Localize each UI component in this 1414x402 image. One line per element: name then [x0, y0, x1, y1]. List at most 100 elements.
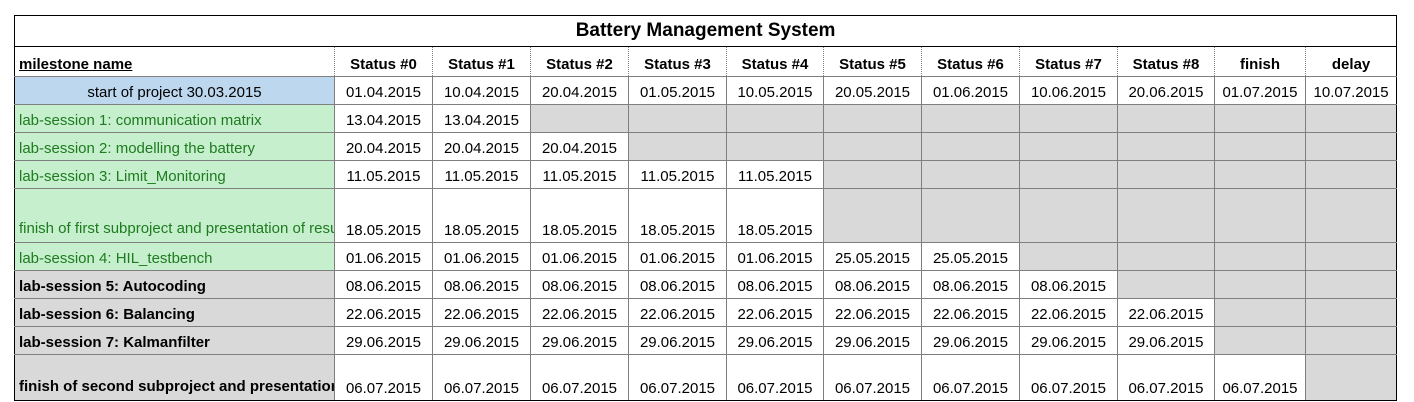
- start-date-cell: 01.04.2015: [334, 76, 433, 105]
- status-date-cell: 06.07.2015: [1214, 354, 1306, 401]
- start-date-cell: 10.07.2015: [1304, 76, 1398, 105]
- empty-cell: [1304, 104, 1398, 133]
- status-date-cell: 06.07.2015: [628, 354, 727, 401]
- milestone-name-cell: lab-session 5: Autocoding: [14, 270, 335, 299]
- table-title: Battery Management System: [13, 15, 1398, 47]
- status-date-cell: 22.06.2015: [432, 298, 531, 327]
- milestone-name-cell: lab-session 6: Balancing: [14, 298, 335, 327]
- column-header-status-5: Status #5: [823, 46, 922, 77]
- empty-cell: [628, 104, 727, 133]
- column-header-status-2: Status #2: [530, 46, 629, 77]
- empty-cell: [1019, 132, 1118, 161]
- empty-cell: [1214, 160, 1306, 189]
- empty-cell: [1304, 326, 1398, 355]
- column-header-finish: finish: [1214, 46, 1306, 77]
- empty-cell: [921, 104, 1020, 133]
- status-date-cell: 13.04.2015: [334, 104, 433, 133]
- empty-cell: [921, 160, 1020, 189]
- empty-cell: [1304, 242, 1398, 271]
- start-date-cell: 10.06.2015: [1019, 76, 1118, 105]
- status-date-cell: 25.05.2015: [823, 242, 922, 271]
- empty-cell: [823, 160, 922, 189]
- empty-cell: [1019, 104, 1118, 133]
- status-date-cell: 22.06.2015: [334, 298, 433, 327]
- status-date-cell: 01.06.2015: [530, 242, 629, 271]
- status-date-cell: 11.05.2015: [530, 160, 629, 189]
- status-date-cell: 01.06.2015: [726, 242, 824, 271]
- empty-cell: [1117, 242, 1215, 271]
- empty-cell: [1117, 104, 1215, 133]
- empty-cell: [1304, 132, 1398, 161]
- empty-cell: [1214, 188, 1306, 243]
- start-date-cell: 01.05.2015: [628, 76, 727, 105]
- status-date-cell: 29.06.2015: [823, 326, 922, 355]
- status-date-cell: 22.06.2015: [1019, 298, 1118, 327]
- status-date-cell: 08.06.2015: [921, 270, 1020, 299]
- status-date-cell: 29.06.2015: [1117, 326, 1215, 355]
- empty-cell: [1214, 270, 1306, 299]
- milestone-name-cell: lab-session 1: communication matrix: [14, 104, 335, 133]
- status-date-cell: 08.06.2015: [1019, 270, 1118, 299]
- empty-cell: [823, 132, 922, 161]
- milestone-row: lab-session 7: Kalmanfilter 29.06.2015 29.…: [14, 326, 1398, 355]
- empty-cell: [921, 132, 1020, 161]
- status-date-cell: 06.07.2015: [823, 354, 922, 401]
- status-date-cell: 22.06.2015: [1117, 298, 1215, 327]
- status-date-cell: 18.05.2015: [530, 188, 629, 243]
- status-date-cell: 06.07.2015: [1117, 354, 1215, 401]
- milestone-name-cell: finish of second subproject and presenta…: [14, 354, 335, 401]
- status-date-cell: 06.07.2015: [530, 354, 629, 401]
- start-date-cell: 10.05.2015: [726, 76, 824, 105]
- empty-cell: [1304, 188, 1398, 243]
- column-header-status-7: Status #7: [1019, 46, 1118, 77]
- status-date-cell: 01.06.2015: [334, 242, 433, 271]
- status-date-cell: 29.06.2015: [921, 326, 1020, 355]
- empty-cell: [1117, 132, 1215, 161]
- milestone-row: lab-session 5: Autocoding 08.06.2015 08.06…: [14, 270, 1398, 299]
- empty-cell: [1304, 354, 1398, 401]
- milestone-row: lab-session 2: modelling the battery 20.0…: [14, 132, 1398, 161]
- start-date-cell: 20.04.2015: [530, 76, 629, 105]
- status-date-cell: 11.05.2015: [628, 160, 727, 189]
- status-date-cell: 29.06.2015: [628, 326, 727, 355]
- empty-cell: [530, 104, 629, 133]
- empty-cell: [726, 132, 824, 161]
- column-header-milestone-name: milestone name: [14, 46, 335, 77]
- milestone-name-cell: lab-session 3: Limit_Monitoring: [14, 160, 335, 189]
- status-date-cell: 06.07.2015: [432, 354, 531, 401]
- milestone-row: finish of first subproject and presentat…: [14, 188, 1398, 243]
- empty-cell: [628, 132, 727, 161]
- empty-cell: [1117, 188, 1215, 243]
- status-date-cell: 08.06.2015: [726, 270, 824, 299]
- column-header-status-3: Status #3: [628, 46, 727, 77]
- empty-cell: [726, 104, 824, 133]
- status-date-cell: 08.06.2015: [530, 270, 629, 299]
- status-date-cell: 01.06.2015: [432, 242, 531, 271]
- start-project-label: start of project 30.03.2015: [14, 76, 335, 105]
- empty-cell: [1214, 298, 1306, 327]
- empty-cell: [1019, 242, 1118, 271]
- empty-cell: [1019, 160, 1118, 189]
- milestone-row: lab-session 3: Limit_Monitoring 11.05.201…: [14, 160, 1398, 189]
- status-date-cell: 18.05.2015: [432, 188, 531, 243]
- start-project-row: start of project 30.03.2015 01.04.2015 1…: [14, 76, 1398, 105]
- empty-cell: [1304, 270, 1398, 299]
- empty-cell: [921, 188, 1020, 243]
- empty-cell: [1214, 132, 1306, 161]
- column-header-delay: delay: [1304, 46, 1398, 77]
- status-date-cell: 08.06.2015: [334, 270, 433, 299]
- status-date-cell: 06.07.2015: [921, 354, 1020, 401]
- empty-cell: [823, 104, 922, 133]
- column-header-status-1: Status #1: [432, 46, 531, 77]
- milestone-name-cell: lab-session 4: HIL_testbench: [14, 242, 335, 271]
- status-date-cell: 11.05.2015: [334, 160, 433, 189]
- empty-cell: [1214, 326, 1306, 355]
- status-date-cell: 25.05.2015: [921, 242, 1020, 271]
- status-date-cell: 20.04.2015: [334, 132, 433, 161]
- milestone-row: lab-session 6: Balancing 22.06.2015 22.06.…: [14, 298, 1398, 327]
- column-header-status-0: Status #0: [334, 46, 433, 77]
- empty-cell: [1214, 242, 1306, 271]
- milestone-table: Battery Management System milestone name…: [13, 15, 1398, 401]
- status-date-cell: 22.06.2015: [530, 298, 629, 327]
- status-date-cell: 08.06.2015: [823, 270, 922, 299]
